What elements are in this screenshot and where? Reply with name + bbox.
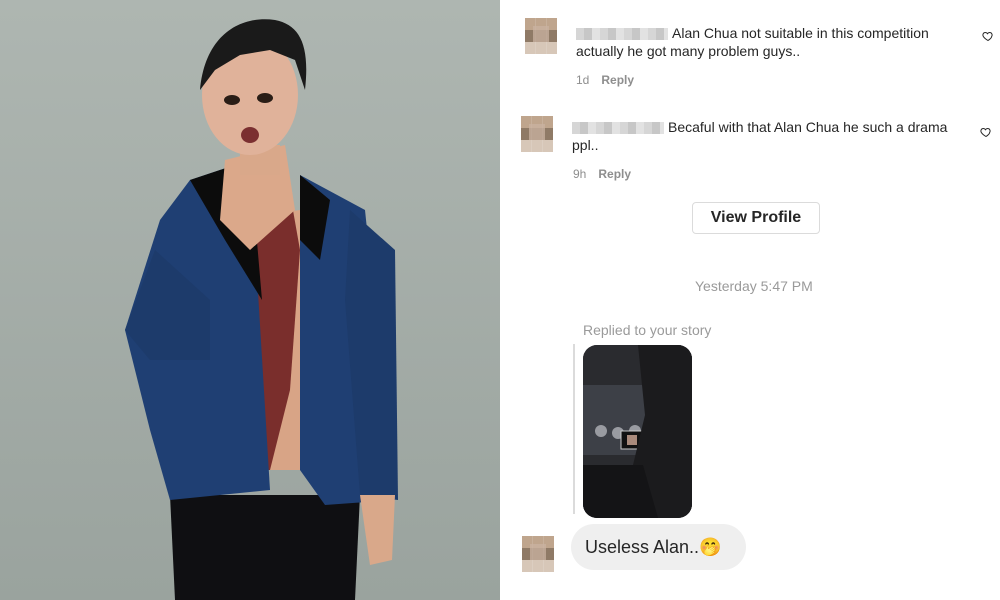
hand-over-mouth-emoji-icon: 🤭 — [699, 537, 722, 557]
blurred-username — [576, 28, 668, 41]
comment-2-text: Becaful with that Alan Chua he such a dr… — [572, 119, 948, 153]
comment-2-meta: 9h Reply — [573, 167, 632, 181]
comment-1-text: Alan Chua not suitable in this competiti… — [576, 25, 929, 59]
replied-to-story-label: Replied to your story — [583, 322, 712, 338]
heart-outline-icon[interactable] — [980, 126, 992, 138]
commenter-avatar[interactable] — [521, 116, 553, 152]
commenter-avatar[interactable] — [525, 18, 557, 54]
reply-button[interactable]: Reply — [598, 167, 631, 181]
view-profile-button[interactable]: View Profile — [692, 202, 820, 234]
message-timestamp: Yesterday 5:47 PM — [695, 278, 813, 294]
message-bubble: Useless Alan..🤭 — [571, 524, 746, 570]
comment-1-meta: 1d Reply — [576, 73, 635, 87]
person-photo — [0, 0, 500, 600]
story-image — [583, 345, 692, 518]
blurred-username — [572, 122, 664, 135]
heart-outline-icon[interactable] — [982, 30, 994, 42]
story-thumbnail[interactable] — [583, 345, 692, 518]
reply-button[interactable]: Reply — [601, 73, 634, 87]
photo-illustration — [125, 19, 398, 600]
sender-avatar[interactable] — [522, 536, 554, 572]
instagram-panel — [502, 0, 1000, 600]
reply-quote-bar — [573, 344, 575, 514]
